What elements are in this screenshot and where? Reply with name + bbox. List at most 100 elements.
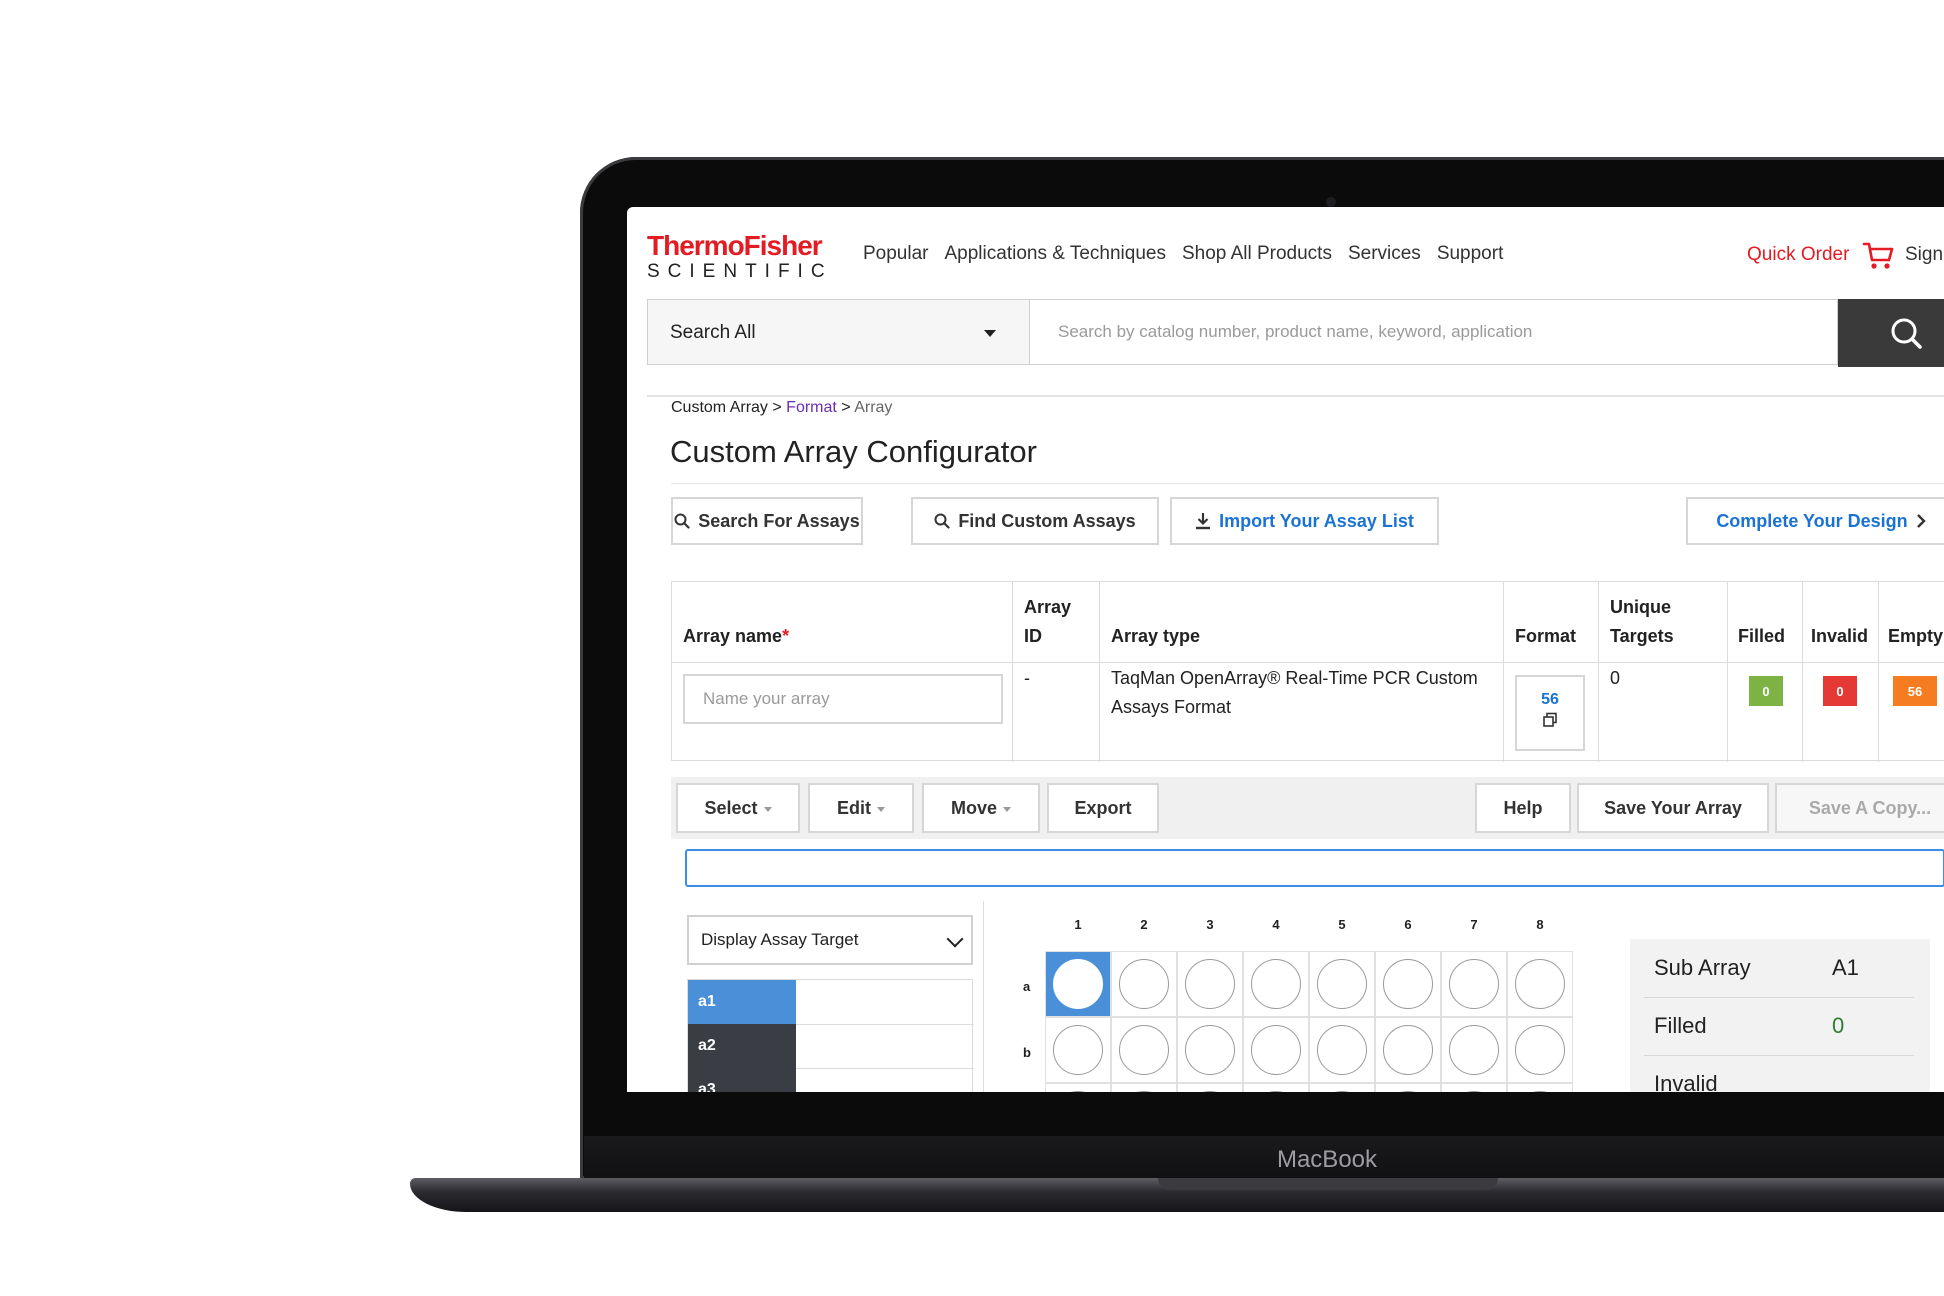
summary-label: Sub Array	[1654, 955, 1751, 980]
nav-support[interactable]: Support	[1437, 243, 1504, 265]
well-c3[interactable]	[1177, 1083, 1243, 1092]
well-b1[interactable]	[1045, 1017, 1111, 1083]
grid-col-label: 3	[1206, 917, 1214, 932]
col-array-id: Array ID	[1024, 593, 1071, 651]
well-b4[interactable]	[1243, 1017, 1309, 1083]
well-a3[interactable]	[1177, 951, 1243, 1017]
import-assay-list-label: Import Your Assay List	[1219, 510, 1414, 531]
sub-array-item-a2[interactable]: a2	[688, 1024, 796, 1068]
well-b6[interactable]	[1375, 1017, 1441, 1083]
grid-row-label: b	[1023, 1045, 1031, 1060]
array-name-input[interactable]	[683, 674, 1003, 724]
sign-in-link[interactable]: Sign	[1905, 244, 1943, 266]
quick-order-link[interactable]: Quick Order	[1747, 244, 1849, 266]
format-box[interactable]: 56	[1515, 675, 1585, 751]
breadcrumb-separator: >	[841, 399, 851, 416]
edit-label: Edit	[837, 797, 871, 818]
summary-value: 0	[1832, 1013, 1845, 1038]
col-unique-targets-line2: Targets	[1610, 626, 1674, 646]
grid-col-label: 4	[1272, 917, 1280, 932]
complete-design-button[interactable]: Complete Your Design	[1686, 497, 1944, 545]
nav-applications[interactable]: Applications & Techniques	[945, 243, 1166, 265]
col-invalid: Invalid	[1811, 626, 1869, 646]
sub-array-list: a1 a2 a3	[687, 979, 974, 1092]
well-b3[interactable]	[1177, 1017, 1243, 1083]
laptop-base-notch	[1158, 1178, 1498, 1190]
grid-col-label: 7	[1470, 917, 1478, 932]
well-c7[interactable]	[1441, 1083, 1507, 1092]
well-a4[interactable]	[1243, 951, 1309, 1017]
download-icon	[1196, 513, 1211, 530]
find-custom-assays-button[interactable]: Find Custom Assays	[911, 497, 1159, 545]
grid-col-label: 6	[1404, 917, 1412, 932]
breadcrumb-separator: >	[772, 399, 782, 416]
search-input[interactable]	[1030, 299, 1838, 365]
chevron-down-icon	[946, 930, 964, 948]
filled-badge: 0	[1749, 676, 1783, 706]
search-icon	[674, 513, 690, 529]
well-b5[interactable]	[1309, 1017, 1375, 1083]
well-b7[interactable]	[1441, 1017, 1507, 1083]
title-divider	[671, 483, 1944, 484]
assay-filter-input[interactable]	[685, 849, 1944, 887]
well-c8[interactable]	[1507, 1083, 1573, 1092]
col-format: Format	[1515, 626, 1577, 646]
well-a2[interactable]	[1111, 951, 1177, 1017]
breadcrumb-format[interactable]: Format	[786, 399, 837, 416]
select-menu-button[interactable]: Select	[676, 783, 800, 833]
dropdown-icon	[763, 806, 772, 812]
import-assay-list-button[interactable]: Import Your Assay List	[1170, 497, 1439, 545]
edit-menu-button[interactable]: Edit	[808, 783, 914, 833]
grid-col-label: 1	[1074, 917, 1082, 932]
well-a1[interactable]	[1045, 951, 1111, 1017]
search-button[interactable]	[1838, 299, 1944, 367]
sub-array-item-a3[interactable]: a3	[688, 1068, 796, 1092]
array-toolbar: Select Edit Move Export Help Save Your A…	[671, 777, 1944, 839]
search-category-select[interactable]: Search All	[647, 299, 1030, 365]
well-a8[interactable]	[1507, 951, 1573, 1017]
save-array-button[interactable]: Save Your Array	[1577, 783, 1769, 833]
dropdown-icon	[877, 806, 885, 812]
well-c4[interactable]	[1243, 1083, 1309, 1092]
find-custom-assays-label: Find Custom Assays	[958, 510, 1136, 531]
nav-services[interactable]: Services	[1348, 243, 1421, 265]
search-assays-button[interactable]: Search For Assays	[671, 497, 863, 545]
nav-popular[interactable]: Popular	[863, 243, 929, 265]
grid-col-label: 5	[1338, 917, 1346, 932]
cart-icon[interactable]	[1862, 241, 1894, 276]
save-copy-button[interactable]: Save A Copy...	[1775, 783, 1944, 833]
well-b2[interactable]	[1111, 1017, 1177, 1083]
array-type-line2: Assays Format	[1111, 697, 1232, 717]
well-b8[interactable]	[1507, 1017, 1573, 1083]
logo-line1: ThermoFisher	[647, 230, 823, 261]
array-id-value: -	[1024, 668, 1030, 688]
well-a6[interactable]	[1375, 951, 1441, 1017]
col-unique-targets: Unique Targets	[1610, 593, 1674, 651]
dropdown-icon	[1003, 806, 1011, 812]
search-assays-label: Search For Assays	[698, 510, 860, 531]
well-a7[interactable]	[1441, 951, 1507, 1017]
export-button[interactable]: Export	[1047, 783, 1159, 833]
grid-col-label: 8	[1536, 917, 1544, 932]
nav-shop-all[interactable]: Shop All Products	[1182, 243, 1332, 265]
sub-array-item-a1[interactable]: a1	[688, 980, 796, 1024]
copy-icon	[1543, 712, 1557, 727]
well-c6[interactable]	[1375, 1083, 1441, 1092]
site-logo[interactable]: ThermoFisher SCIENTIFIC	[647, 232, 833, 282]
well-c5[interactable]	[1309, 1083, 1375, 1092]
search-icon	[1891, 318, 1922, 349]
col-array-id-line1: Array	[1024, 597, 1072, 617]
well-c1[interactable]	[1045, 1083, 1111, 1092]
well-a5[interactable]	[1309, 951, 1375, 1017]
laptop-brand-label: MacBook	[1276, 1146, 1378, 1173]
move-menu-button[interactable]: Move	[922, 783, 1040, 833]
table-header-divider	[672, 662, 1944, 663]
well-c2[interactable]	[1111, 1083, 1177, 1092]
breadcrumb-custom-array[interactable]: Custom Array	[671, 399, 768, 416]
summary-label: Invalid	[1654, 1071, 1718, 1092]
display-mode-select[interactable]: Display Assay Target	[687, 915, 973, 965]
logo-line2: SCIENTIFIC	[647, 261, 833, 282]
grid-col-label: 2	[1140, 917, 1148, 932]
move-label: Move	[950, 797, 997, 818]
help-button[interactable]: Help	[1475, 783, 1571, 833]
